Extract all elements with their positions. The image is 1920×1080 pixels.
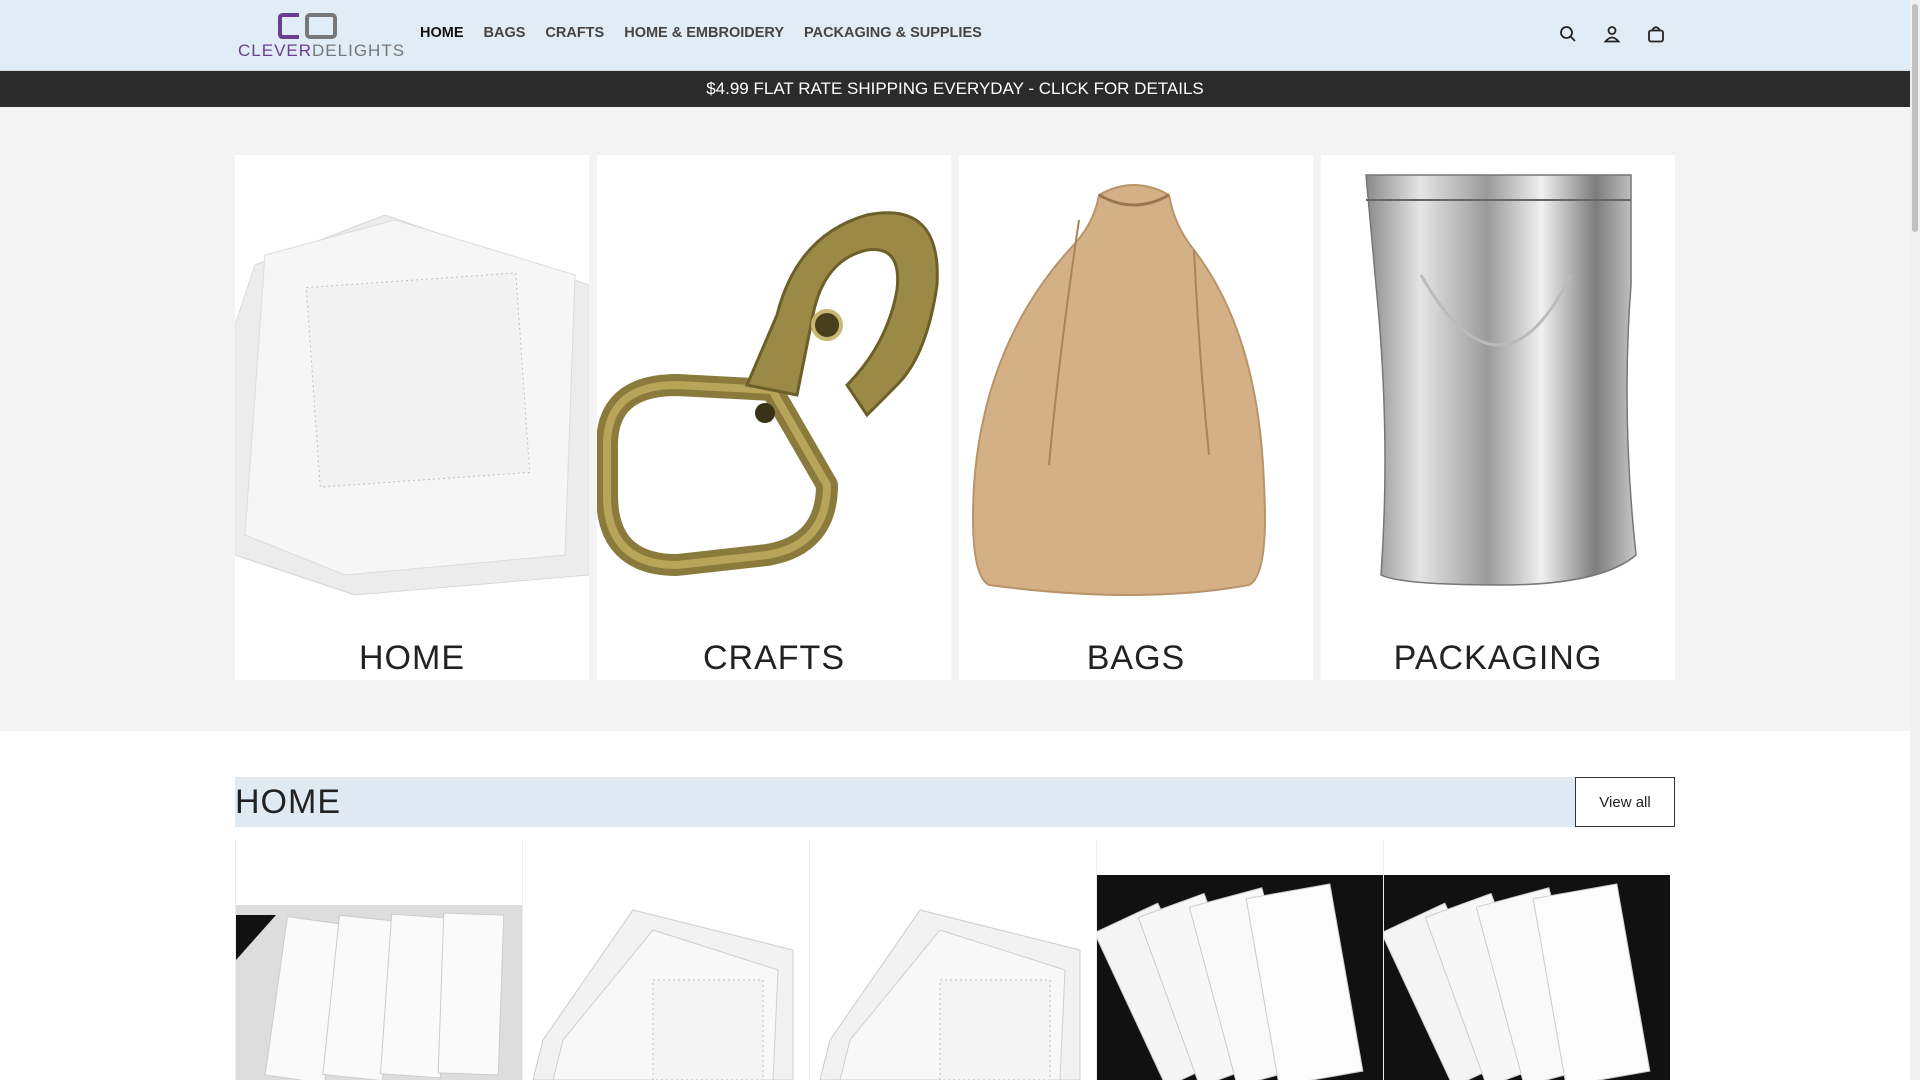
search-icon[interactable] bbox=[1557, 23, 1579, 45]
announcement-bar[interactable]: $4.99 FLAT RATE SHIPPING EVERYDAY - CLIC… bbox=[0, 71, 1910, 107]
product-card[interactable] bbox=[522, 840, 809, 1080]
collection-label-home: HOME bbox=[359, 639, 465, 677]
collection-card-crafts[interactable]: CRAFTS bbox=[597, 155, 951, 680]
product-row bbox=[235, 840, 1675, 1080]
account-icon[interactable] bbox=[1601, 23, 1623, 45]
collection-label-packaging: PACKAGING bbox=[1393, 639, 1603, 677]
vertical-scrollbar[interactable] bbox=[1910, 0, 1920, 1080]
cart-icon[interactable] bbox=[1645, 23, 1667, 45]
collection-image-packaging bbox=[1321, 155, 1675, 625]
product-card[interactable] bbox=[235, 840, 522, 1080]
announcement-text: $4.99 FLAT RATE SHIPPING EVERYDAY - CLIC… bbox=[706, 79, 1204, 98]
logo[interactable]: CLEVERDELIGHTS bbox=[236, 12, 404, 60]
collection-label-bags: BAGS bbox=[1086, 639, 1186, 677]
section-title: HOME bbox=[235, 783, 341, 821]
product-card[interactable] bbox=[1096, 840, 1383, 1080]
product-image bbox=[810, 840, 1096, 1080]
page: CLEVERDELIGHTS HOME BAGS CRAFTS HOME & E… bbox=[0, 0, 1910, 1080]
scrollbar-thumb[interactable] bbox=[1912, 4, 1918, 232]
logo-wordmark: CLEVERDELIGHTS bbox=[238, 41, 406, 60]
product-image bbox=[523, 840, 809, 1080]
nav-packaging-supplies[interactable]: PACKAGING & SUPPLIES bbox=[804, 25, 982, 41]
nav-crafts[interactable]: CRAFTS bbox=[545, 25, 604, 41]
product-card[interactable] bbox=[809, 840, 1096, 1080]
collection-card-bags[interactable]: BAGS bbox=[959, 155, 1313, 680]
collection-image-bags bbox=[959, 155, 1313, 625]
view-all-button[interactable]: View all bbox=[1575, 777, 1675, 827]
product-image bbox=[1384, 840, 1670, 1080]
header-icons bbox=[1557, 23, 1667, 45]
collection-grid: HOME CRAFTS BAGS PACKAGING bbox=[0, 107, 1910, 731]
product-card[interactable] bbox=[1383, 840, 1670, 1080]
logo-mark-icon bbox=[278, 13, 337, 39]
main-nav: HOME BAGS CRAFTS HOME & EMBROIDERY PACKA… bbox=[420, 25, 982, 41]
collection-card-packaging[interactable]: PACKAGING bbox=[1321, 155, 1675, 680]
collection-label-crafts: CRAFTS bbox=[703, 639, 845, 677]
collection-image-crafts bbox=[597, 155, 951, 625]
collection-card-home[interactable]: HOME bbox=[235, 155, 589, 680]
nav-home[interactable]: HOME bbox=[420, 25, 464, 41]
home-section-header: HOME View all bbox=[235, 777, 1675, 827]
product-image bbox=[1097, 840, 1383, 1080]
nav-home-embroidery[interactable]: HOME & EMBROIDERY bbox=[624, 25, 784, 41]
nav-bags[interactable]: BAGS bbox=[484, 25, 526, 41]
collection-image-home bbox=[235, 155, 589, 625]
site-header: CLEVERDELIGHTS HOME BAGS CRAFTS HOME & E… bbox=[0, 0, 1910, 71]
product-image bbox=[236, 840, 522, 1080]
